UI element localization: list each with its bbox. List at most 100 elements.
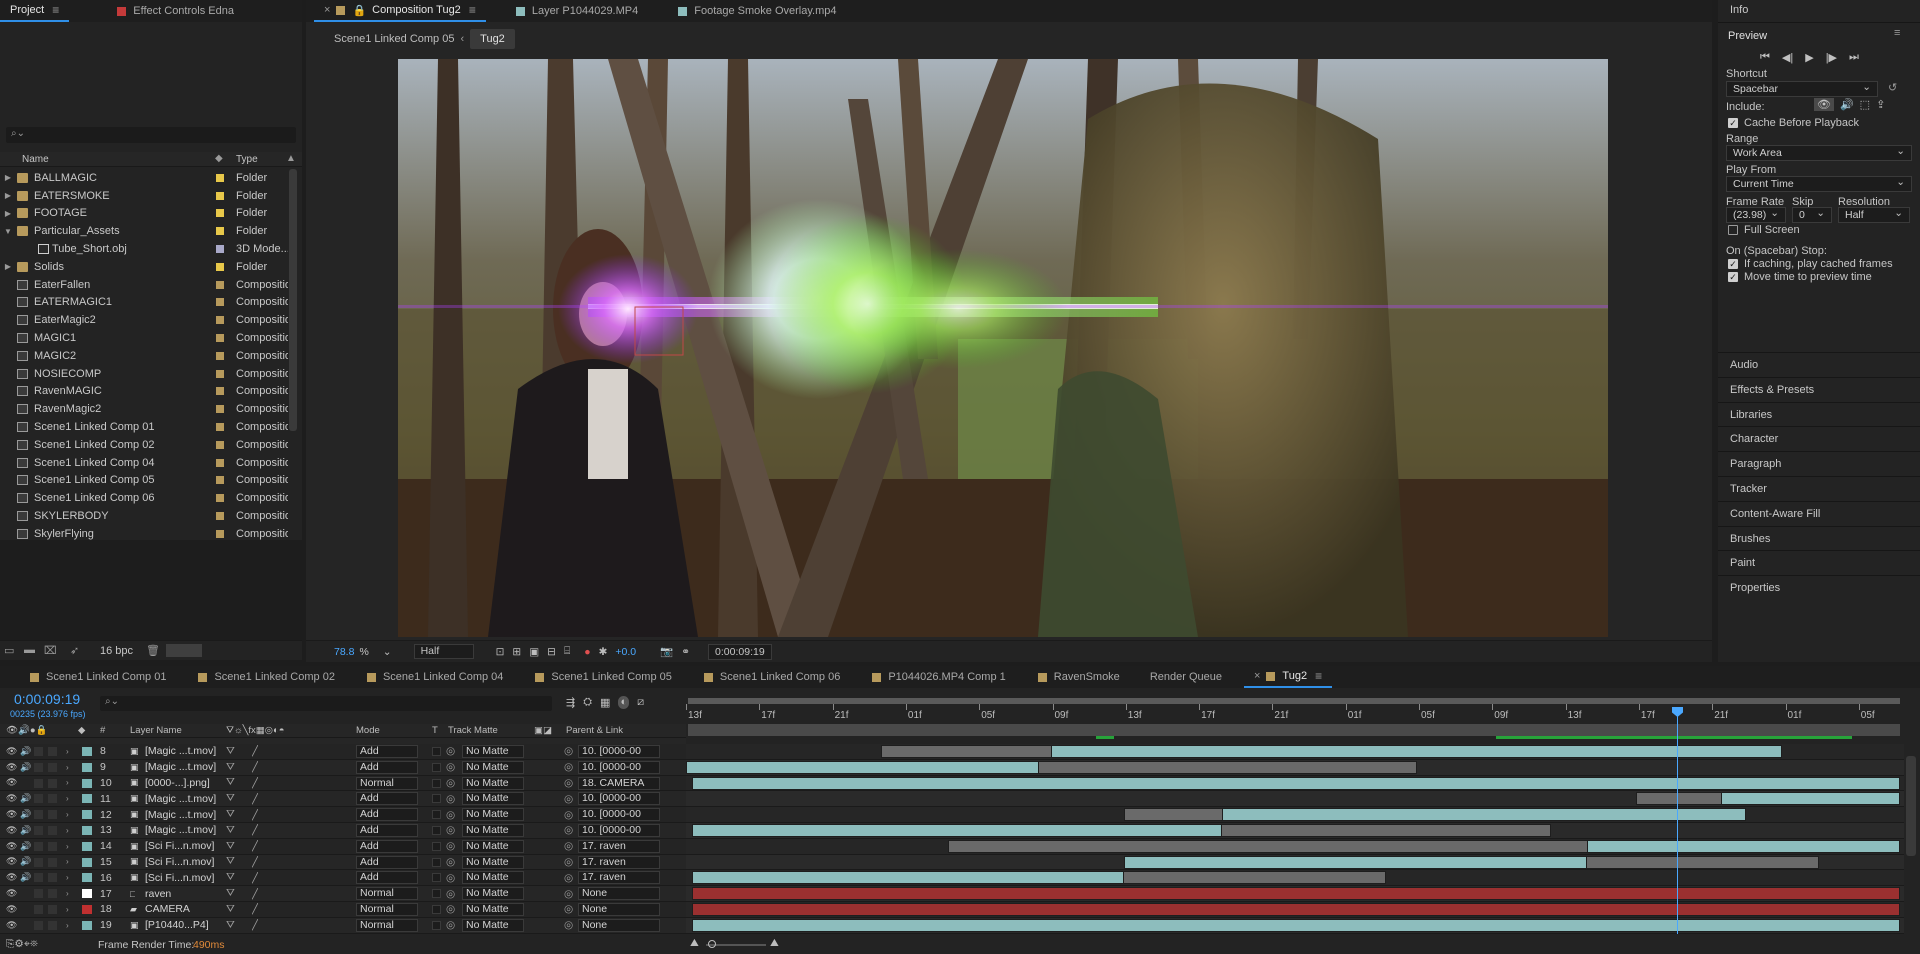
project-item[interactable]: EaterFallen Compositio — [0, 276, 288, 294]
layer-row[interactable]: 👁 🔊 › 9 ▣ [Magic ...t.mov] ⛛ ╱ Add ◎ No Matte ◎ 10. … — [0, 759, 686, 776]
expand-arrow-icon[interactable]: › — [66, 794, 69, 803]
export-icon[interactable]: ⇪ — [1876, 98, 1885, 111]
trash-icon[interactable]: 🗑 — [146, 644, 160, 657]
layer-row[interactable]: 👁 🔊 › 12 ▣ [Magic ...t.mov] ⛛ ╱ Add ◎ No Matte ◎ 10.… — [0, 807, 686, 823]
panel-menu-icon[interactable]: ≡ — [52, 3, 59, 17]
channel-icon[interactable]: ⌸ — [564, 645, 570, 658]
layer-duration-bar[interactable] — [692, 776, 1901, 790]
track-matte-dropdown[interactable]: No Matte — [462, 824, 524, 837]
solo-box[interactable] — [34, 920, 43, 930]
video-toggle-icon[interactable]: 👁 — [6, 746, 17, 757]
timeline-tab[interactable]: Scene1 Linked Comp 04 — [357, 666, 513, 688]
project-scrollbar[interactable] — [289, 169, 297, 431]
parent-dropdown[interactable]: 17. raven — [578, 839, 660, 853]
layer-row[interactable]: 👁 🔊 › 15 ▣ [Sci Fi...n.mov] ⛛ ╱ Add ◎ No Matte ◎ 17.… — [0, 854, 686, 871]
grid-guides-icon[interactable]: ⊟ — [547, 646, 556, 658]
layer-duration-bar[interactable] — [1721, 792, 1901, 806]
breadcrumb-parent[interactable]: Scene1 Linked Comp 05 — [334, 33, 454, 45]
label-column-icon[interactable]: ◆ — [78, 725, 85, 736]
pickwhip-icon[interactable]: ◎ — [564, 745, 573, 757]
shy-switch-icon[interactable]: ⛛ — [226, 887, 235, 900]
mode-dropdown[interactable]: Add — [356, 839, 418, 853]
track-matte-dropdown[interactable]: No Matte — [462, 918, 524, 932]
tab-composition[interactable]: × 🔒 Composition Tug2 ≡ — [314, 0, 486, 22]
tab-layer[interactable]: Layer P1044029.MP4 — [506, 0, 648, 22]
expand-arrow-icon[interactable]: › — [66, 810, 69, 819]
full-screen-checkbox[interactable] — [1728, 225, 1738, 235]
layer-label-swatch[interactable] — [82, 905, 92, 914]
layer-duration-bar[interactable] — [692, 887, 1901, 901]
label-swatch[interactable] — [216, 458, 224, 467]
quality-switch-icon[interactable]: ╱ — [252, 840, 258, 852]
quality-switch-icon[interactable]: ╱ — [252, 872, 258, 884]
expand-arrow-icon[interactable]: › — [66, 747, 69, 756]
play-icon[interactable]: ▶ — [1805, 51, 1813, 64]
timeline-tab[interactable]: P1044026.MP4 Comp 1 — [862, 666, 1015, 688]
current-timecode[interactable]: 0:00:09:19 — [14, 691, 80, 707]
exposure-reset-icon[interactable]: ✱ — [599, 646, 608, 658]
project-item[interactable]: ▶ FOOTAGE Folder — [0, 205, 285, 223]
first-frame-icon[interactable]: ⏮ — [1760, 51, 1770, 64]
motion-blur-icon[interactable]: ◐ — [618, 696, 630, 709]
layer-label-swatch[interactable] — [82, 920, 92, 930]
t-toggle[interactable] — [432, 873, 441, 883]
expand-arrow-icon[interactable]: ▶ — [2, 191, 14, 200]
layer-name[interactable]: [Sci Fi...n.mov] — [145, 872, 223, 884]
layer-duration-bar[interactable] — [692, 871, 1125, 885]
audio-toggle-icon[interactable]: 🔊 — [20, 825, 31, 836]
layer-duration-bar[interactable] — [692, 918, 1901, 932]
layer-name[interactable]: CAMERA — [145, 903, 223, 915]
shy-switch-icon[interactable]: ⛛ — [226, 761, 235, 774]
layer-name[interactable]: [Magic ...t.mov] — [145, 824, 223, 836]
audio-toggle-icon[interactable]: 🔊 — [20, 793, 31, 804]
project-item[interactable]: MAGIC2 Compositio — [0, 347, 288, 365]
audio-toggle-icon[interactable]: 🔊 — [20, 856, 31, 867]
panel-character[interactable]: Character — [1718, 426, 1920, 450]
project-item[interactable]: ▶ EATERSMOKE Folder — [0, 187, 285, 205]
pickwhip-icon[interactable]: ◎ — [564, 856, 573, 868]
solo-box[interactable] — [34, 794, 43, 804]
track-matte-dropdown[interactable]: No Matte — [462, 792, 524, 806]
time-ruler[interactable]: 13f 17f 21f 01f 05f 09f 13f 17f 21f 01f 05f 09f 13f 1… — [686, 696, 1904, 739]
zoom-dropdown-icon[interactable]: ⌄ — [383, 646, 392, 658]
pickwhip-icon[interactable]: ◎ — [564, 809, 573, 821]
layer-name[interactable]: [0000-...].png] — [145, 777, 223, 789]
layer-label-swatch[interactable] — [82, 794, 92, 804]
video-toggle-icon[interactable]: 👁 — [6, 888, 17, 899]
pickwhip-icon[interactable]: ◎ — [564, 888, 573, 900]
shy-switch-icon[interactable]: ⛛ — [226, 792, 235, 805]
col-name[interactable]: Name — [22, 154, 49, 165]
label-swatch[interactable] — [216, 245, 224, 254]
parent-dropdown[interactable]: 10. [0000-00 — [578, 760, 660, 774]
t-toggle[interactable] — [432, 747, 441, 756]
tab-footage[interactable]: Footage Smoke Overlay.mp4 — [668, 0, 846, 22]
project-item[interactable]: Scene1 Linked Comp 06 Compositio — [0, 489, 288, 507]
parent-dropdown[interactable]: 10. [0000-00 — [578, 824, 660, 837]
project-item[interactable]: Tube_Short.obj 3D Mode... — [0, 240, 288, 258]
timeline-tab[interactable]: Scene1 Linked Comp 02 — [188, 666, 344, 688]
expand-arrow-icon[interactable]: › — [66, 826, 69, 835]
mask-visibility-icon[interactable]: ▣ — [529, 646, 539, 658]
video-toggle-icon[interactable]: 👁 — [6, 856, 17, 867]
expand-arrow-icon[interactable]: ▼ — [2, 227, 14, 236]
video-toggle-icon[interactable]: 👁 — [6, 872, 17, 883]
quality-switch-icon[interactable]: ╱ — [252, 888, 258, 900]
project-item[interactable]: Scene1 Linked Comp 01 Compositio — [0, 418, 288, 436]
lock-box[interactable] — [48, 873, 57, 883]
parent-dropdown[interactable]: 10. [0000-00 — [578, 808, 660, 822]
include-overlays-icon[interactable]: ⬚ — [1860, 98, 1870, 111]
layer-label-swatch[interactable] — [82, 810, 92, 820]
interpret-footage-icon[interactable]: ▭ — [4, 644, 14, 657]
layer-row[interactable]: 👁 › 17 □ raven ⛛ ╱ Normal ◎ No Matte ◎ None — [0, 886, 686, 902]
video-toggle-icon[interactable]: 👁 — [6, 904, 17, 915]
track-matte-dropdown[interactable]: No Matte — [462, 871, 524, 885]
mode-dropdown[interactable]: Add — [356, 824, 418, 837]
skip-dropdown[interactable]: 0 — [1792, 206, 1832, 223]
mode-dropdown[interactable]: Add — [356, 745, 418, 758]
prev-frame-icon[interactable]: ◀| — [1782, 51, 1793, 64]
solo-box[interactable] — [34, 905, 43, 914]
breadcrumb-current[interactable]: Tug2 — [470, 29, 515, 49]
comp-flowchart-icon[interactable]: ⇶ — [566, 696, 575, 709]
mode-dropdown[interactable]: Normal — [356, 903, 418, 916]
t-toggle[interactable] — [432, 826, 441, 835]
